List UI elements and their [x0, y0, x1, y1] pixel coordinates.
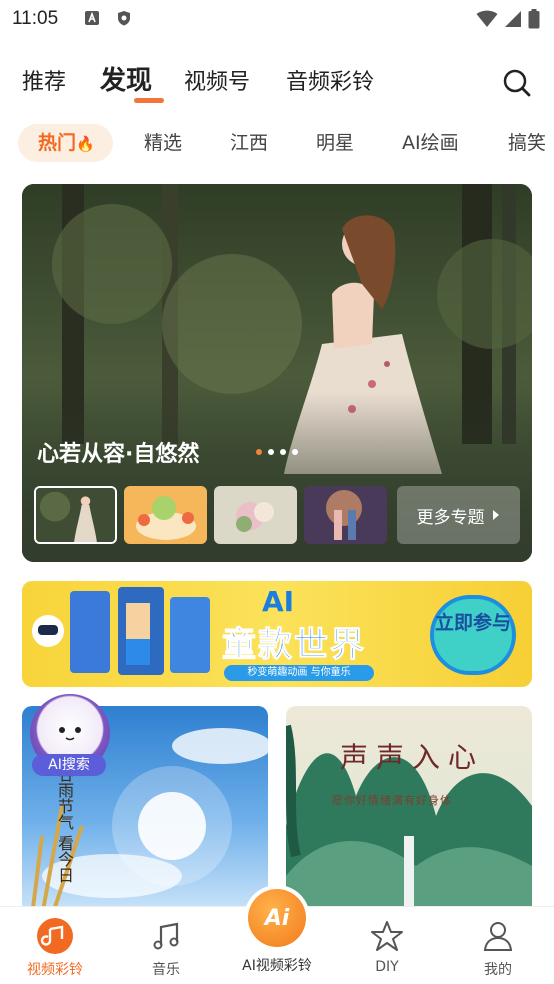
tab-me-label: 我的: [484, 962, 512, 978]
more-topics-button[interactable]: 更多专题: [397, 486, 520, 544]
tab-discover[interactable]: 发现: [100, 60, 152, 97]
promo-robot-image: [32, 587, 210, 675]
chip-jiangxi[interactable]: 江西: [230, 124, 268, 162]
chip-hot-label: 热门: [38, 132, 77, 154]
tab-diy[interactable]: DIY: [342, 917, 432, 975]
tab-audio-ringtone[interactable]: 音频彩铃: [286, 64, 374, 96]
tab-video-channel[interactable]: 视频号: [184, 64, 250, 96]
card1-text: 谷雨节气 看今日: [55, 766, 74, 884]
carousel-dot-active: [256, 449, 262, 455]
status-bar: 11:05: [0, 0, 554, 38]
carousel-dot: [292, 449, 298, 455]
star-icon: [368, 917, 406, 955]
carousel-dot: [268, 449, 274, 455]
notification-a-icon: [85, 11, 99, 25]
tab-video-ringtone-label: 视频彩铃: [27, 962, 83, 978]
ai-search-label: AI搜索: [32, 754, 106, 776]
tab-music[interactable]: 音乐: [121, 917, 211, 979]
cake-thumb-image: [124, 486, 207, 544]
tab-video-ringtone[interactable]: 视频彩铃: [10, 917, 100, 979]
tab-ai-video-ringtone-label: AI视频彩铃: [242, 958, 312, 974]
more-topics-label: 更多专题: [416, 507, 485, 528]
tab-recommend[interactable]: 推荐: [22, 64, 66, 96]
video-ringtone-icon: [36, 917, 74, 955]
shield-icon: [118, 11, 130, 26]
chip-funny[interactable]: 搞笑: [508, 124, 546, 162]
topic-thumb-forest[interactable]: [34, 486, 117, 544]
fire-icon: 🔥: [76, 135, 95, 153]
tab-diy-label: DIY: [375, 959, 399, 975]
topic-thumbnails: [34, 486, 387, 544]
ai-promo-banner[interactable]: AI 童款世界 秒变萌趣动画 与你童乐 立即参与: [22, 581, 532, 687]
promo-title: 童款世界: [222, 625, 366, 666]
promo-subtitle: 秒变萌趣动画 与你童乐: [224, 665, 374, 681]
chip-featured[interactable]: 精选: [144, 124, 182, 162]
chip-celebrity[interactable]: 明星: [316, 124, 354, 162]
featured-banner[interactable]: 心若从容·自悠然 更多专题: [22, 184, 532, 562]
feed-card-landscape[interactable]: 声声入心 愿你好情绪满有好身体: [286, 706, 532, 916]
mascot-face-icon: [59, 727, 81, 741]
topic-thumb-flowers[interactable]: [214, 486, 297, 544]
topic-thumb-couple[interactable]: [304, 486, 387, 544]
chevron-right-icon: [492, 510, 499, 520]
ai-search-badge[interactable]: AI搜索: [30, 694, 110, 776]
bottom-tab-bar: 视频彩铃 音乐 Ai AI视频彩铃 DIY 我的: [0, 885, 554, 984]
tab-me[interactable]: 我的: [453, 917, 543, 979]
music-note-icon: [147, 917, 185, 955]
ai-glyph: Ai: [248, 889, 306, 947]
wifi-icon: [476, 10, 498, 27]
promo-ai-text: AI: [262, 585, 295, 618]
carousel-dot: [280, 449, 286, 455]
tab-ai-video-ringtone[interactable]: Ai AI视频彩铃: [232, 885, 322, 975]
status-time: 11:05: [12, 8, 59, 29]
ai-video-icon: Ai: [244, 885, 310, 951]
search-icon[interactable]: [502, 68, 532, 98]
promo-join-button[interactable]: 立即参与: [430, 595, 516, 675]
card2-subtitle: 愿你好情绪满有好身体: [332, 794, 452, 807]
couple-thumb-image: [304, 486, 387, 544]
category-chips: 热门🔥 精选 江西 明星 AI绘画 搞笑: [18, 124, 554, 164]
banner-caption: 心若从容·自悠然: [37, 442, 200, 467]
card2-title: 声声入心: [340, 741, 485, 774]
chip-ai-painting[interactable]: AI绘画: [402, 124, 459, 162]
topic-thumb-cake[interactable]: [124, 486, 207, 544]
active-tab-indicator: [134, 98, 164, 103]
forest-thumb-image: [36, 488, 115, 542]
battery-icon: [528, 9, 540, 29]
signal-icon: [505, 11, 521, 27]
top-nav: 推荐 发现 视频号 音频彩铃: [22, 60, 536, 110]
flowers-thumb-image: [214, 486, 297, 544]
chip-hot[interactable]: 热门🔥: [18, 124, 113, 162]
tab-music-label: 音乐: [152, 962, 180, 978]
carousel-dots: [256, 449, 298, 455]
user-icon: [479, 917, 517, 955]
